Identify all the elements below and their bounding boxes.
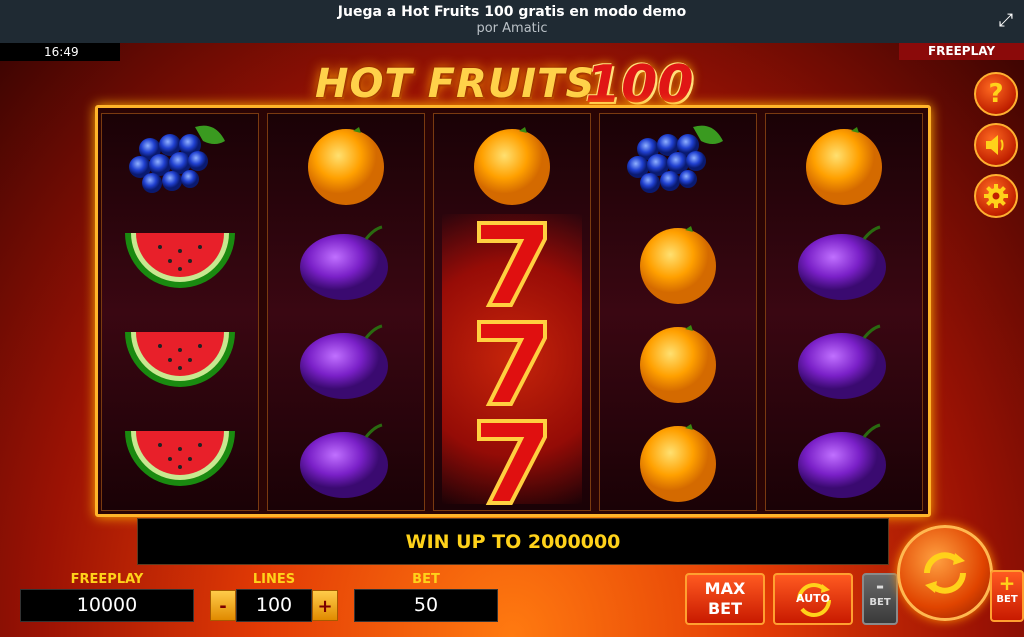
seven-icon — [434, 312, 590, 411]
clock: 16:49 — [0, 43, 120, 61]
fullscreen-icon[interactable]: ⤢ — [996, 11, 1016, 31]
win-message-bar: WIN UP TO 2000000 — [137, 518, 889, 565]
slot-game: 16:49 FREEPLAY HOT FRUITS 100 ? WIN UP T… — [0, 43, 1024, 637]
watermelon-icon — [102, 213, 258, 312]
logo-word: HOT FRUITS — [315, 61, 596, 107]
reel-5 — [765, 113, 923, 511]
bet-minus-label: BET — [869, 597, 891, 608]
plum-icon — [268, 213, 424, 312]
reel-2 — [267, 113, 425, 511]
seven-icon — [434, 411, 590, 510]
orange-icon — [600, 411, 756, 510]
page-title: Juega a Hot Fruits 100 gratis en modo de… — [337, 4, 687, 20]
orange-icon — [600, 213, 756, 312]
help-icon: ? — [988, 79, 1004, 109]
grapes-icon — [600, 114, 756, 213]
watermelon-icon — [102, 411, 258, 510]
sound-icon — [986, 135, 1004, 155]
settings-button[interactable] — [974, 174, 1018, 218]
plum-icon — [766, 213, 922, 312]
reel-1 — [101, 113, 259, 511]
bet-plus-sign: + — [998, 571, 1016, 595]
plum-icon — [766, 312, 922, 411]
lines-plus-button[interactable]: + — [312, 590, 338, 621]
grapes-icon — [102, 114, 258, 213]
bet-minus-sign: - — [875, 574, 885, 598]
page-header: Juega a Hot Fruits 100 gratis en modo de… — [0, 0, 1024, 43]
max-bet-label-1: MAX — [704, 579, 746, 598]
settings-icon — [984, 184, 1008, 208]
mode-tag: FREEPLAY — [899, 43, 1024, 60]
plum-icon — [268, 312, 424, 411]
bet-plus-label: BET — [996, 594, 1018, 605]
win-message: WIN UP TO 2000000 — [405, 531, 621, 553]
orange-icon — [268, 114, 424, 213]
orange-icon — [434, 114, 590, 213]
bet-value: 50 — [354, 589, 498, 622]
bet-label: BET — [412, 572, 440, 587]
auto-button[interactable]: AUTO — [773, 573, 853, 625]
plum-icon — [268, 411, 424, 510]
freeplay-label: FREEPLAY — [70, 572, 144, 587]
help-button[interactable]: ? — [974, 72, 1018, 116]
lines-value: 100 — [236, 589, 312, 622]
seven-icon — [434, 213, 590, 312]
orange-icon — [766, 114, 922, 213]
freeplay-balance: 10000 — [20, 589, 194, 622]
auto-label: AUTO — [796, 592, 830, 605]
plum-icon — [766, 411, 922, 510]
reel-frame — [95, 105, 931, 517]
max-bet-button[interactable]: MAX BET — [685, 573, 765, 625]
watermelon-icon — [102, 312, 258, 411]
reel-4 — [599, 113, 757, 511]
bet-minus-button[interactable]: - BET — [862, 573, 898, 625]
bet-plus-button[interactable]: + BET — [990, 570, 1024, 622]
page-subtitle: por Amatic — [476, 21, 548, 36]
spin-button[interactable] — [897, 525, 993, 621]
reel-3 — [433, 113, 591, 511]
lines-minus-button[interactable]: - — [210, 590, 236, 621]
orange-icon — [600, 312, 756, 411]
max-bet-label-2: BET — [707, 599, 743, 618]
lines-label: LINES — [252, 572, 296, 587]
sound-button[interactable] — [974, 123, 1018, 167]
spin-icon — [924, 552, 966, 594]
